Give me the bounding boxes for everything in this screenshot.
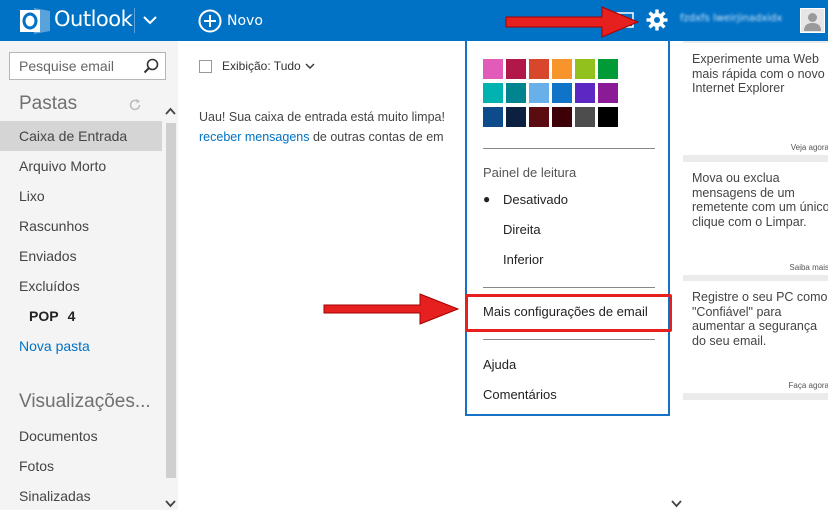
ad-card[interactable]: Experimente uma Web mais rápida com o no… [683, 43, 828, 155]
theme-color-swatch[interactable] [529, 107, 549, 127]
sidebar-item-drafts[interactable]: Rascunhos [0, 211, 162, 241]
outlook-logo-icon[interactable] [20, 8, 50, 34]
app-title[interactable]: Outlook [54, 7, 133, 31]
receive-messages-link[interactable]: receber mensagens [199, 130, 309, 144]
sidebar-scrollbar[interactable] [163, 107, 178, 510]
message-list-scrollbar[interactable] [670, 41, 683, 510]
empty-inbox-line1: Uau! Sua caixa de entrada está muito lim… [199, 110, 445, 124]
empty-inbox-line2-rest: de outras contas de em [309, 130, 444, 144]
title-divider [134, 8, 135, 33]
chevron-down-icon[interactable] [305, 62, 315, 70]
ad-text[interactable]: Registre o seu PC como "Confiável" para … [692, 290, 828, 348]
pop-unread-count: 4 [67, 308, 76, 324]
ad-text[interactable]: Mova ou exclua mensagens de um remetente… [692, 171, 828, 229]
sidebar-item-pop[interactable]: POP 4 [0, 301, 162, 331]
sidebar-item-archive[interactable]: Arquivo Morto [0, 151, 162, 181]
sidebar-item-sent[interactable]: Enviados [0, 241, 162, 271]
menu-divider [483, 148, 655, 149]
sidebar-item-documents[interactable]: Documentos [0, 421, 162, 451]
theme-color-swatch[interactable] [621, 83, 641, 103]
chevron-down-icon[interactable] [142, 11, 158, 29]
theme-color-swatch[interactable] [621, 107, 641, 127]
ad-text[interactable]: Experimente uma Web mais rápida com o no… [692, 52, 828, 96]
theme-color-swatch[interactable] [506, 107, 526, 127]
reading-pane-right-option[interactable]: Direita [483, 218, 653, 240]
sidebar-item-junk[interactable]: Lixo [0, 181, 162, 211]
reading-pane-bottom-option[interactable]: Inferior [483, 248, 653, 270]
ad-footer-link[interactable]: Saiba mais [789, 263, 828, 272]
theme-color-swatch[interactable] [621, 59, 641, 79]
gear-icon[interactable] [645, 8, 669, 32]
user-silhouette-icon [804, 13, 821, 31]
search-input[interactable] [10, 53, 140, 79]
empty-inbox-line2: receber mensagens de outras contas de em [199, 127, 445, 147]
theme-color-palette [483, 59, 641, 127]
scroll-up-icon[interactable] [165, 107, 176, 115]
theme-color-swatch[interactable] [575, 83, 595, 103]
user-name[interactable]: fzdxfs lweirjinadxidx [680, 13, 782, 24]
ad-card[interactable]: Registre o seu PC como "Confiável" para … [683, 281, 828, 393]
theme-color-swatch[interactable] [483, 59, 503, 79]
theme-color-swatch[interactable] [575, 59, 595, 79]
reading-pane-off-label: Desativado [503, 191, 569, 207]
top-bar: Outlook Novo fzdxfs lweirjinadxidx [0, 0, 828, 41]
avatar[interactable] [800, 8, 825, 33]
plus-circle-icon [198, 9, 222, 33]
annotation-arrow-icon [323, 293, 460, 325]
theme-color-swatch[interactable] [552, 59, 572, 79]
menu-divider [483, 287, 655, 288]
theme-color-swatch[interactable] [483, 83, 503, 103]
ad-footer-link[interactable]: Faça agora [789, 381, 828, 390]
menu-divider [483, 339, 655, 340]
view-filter[interactable]: Exibição: Tudo [199, 59, 315, 73]
theme-color-swatch[interactable] [598, 59, 618, 79]
theme-color-swatch[interactable] [506, 83, 526, 103]
sidebar: Pastas Caixa de Entrada Arquivo Morto Li… [0, 41, 178, 510]
theme-color-swatch[interactable] [598, 107, 618, 127]
help-item[interactable]: Ajuda [483, 357, 516, 372]
view-filter-label[interactable]: Exibição: Tudo [222, 59, 301, 73]
views-heading[interactable]: Visualizações... [19, 391, 151, 413]
more-mail-settings-item[interactable]: Mais configurações de email [483, 304, 648, 319]
sidebar-item-photos[interactable]: Fotos [0, 451, 162, 481]
empty-inbox-message: Uau! Sua caixa de entrada está muito lim… [199, 107, 445, 147]
views-list: Documentos Fotos Sinalizadas [0, 421, 162, 510]
feedback-item[interactable]: Comentários [483, 387, 557, 402]
ads-panel: Experimente uma Web mais rápida com o no… [683, 41, 828, 510]
sidebar-item-flagged[interactable]: Sinalizadas [0, 481, 162, 510]
reading-pane-label: Painel de leitura [483, 165, 577, 180]
new-message-button[interactable]: Novo [198, 8, 263, 34]
sidebar-item-deleted[interactable]: Excluídos [0, 271, 162, 301]
sidebar-item-inbox[interactable]: Caixa de Entrada [0, 121, 162, 151]
search-icon[interactable] [143, 58, 159, 74]
scroll-down-icon[interactable] [165, 500, 176, 508]
theme-color-swatch[interactable] [529, 83, 549, 103]
theme-color-swatch[interactable] [552, 83, 572, 103]
new-message-label: Novo [227, 13, 263, 29]
theme-color-swatch[interactable] [483, 107, 503, 127]
new-folder-link[interactable]: Nova pasta [0, 331, 162, 361]
scroll-down-icon[interactable] [671, 500, 682, 508]
search-box[interactable] [9, 52, 166, 80]
ad-footer-link[interactable]: Veja agora [791, 143, 828, 152]
theme-color-swatch[interactable] [506, 59, 526, 79]
theme-color-swatch[interactable] [529, 59, 549, 79]
reading-pane-off-option[interactable]: ● Desativado [483, 188, 653, 210]
pop-label: POP [29, 308, 59, 324]
settings-menu: Painel de leitura ● Desativado Direita I… [465, 41, 672, 416]
annotation-arrow-icon [505, 6, 640, 38]
ad-card[interactable] [683, 400, 828, 510]
select-all-checkbox[interactable] [199, 59, 212, 73]
selected-bullet-icon: ● [483, 192, 491, 206]
folder-list: Caixa de Entrada Arquivo Morto Lixo Rasc… [0, 121, 162, 361]
refresh-icon[interactable] [128, 98, 142, 112]
sidebar-scroll-thumb[interactable] [166, 123, 176, 478]
folders-heading: Pastas [19, 93, 78, 114]
theme-color-swatch[interactable] [575, 107, 595, 127]
ad-card[interactable]: Mova ou exclua mensagens de um remetente… [683, 162, 828, 275]
theme-color-swatch[interactable] [598, 83, 618, 103]
theme-color-swatch[interactable] [552, 107, 572, 127]
